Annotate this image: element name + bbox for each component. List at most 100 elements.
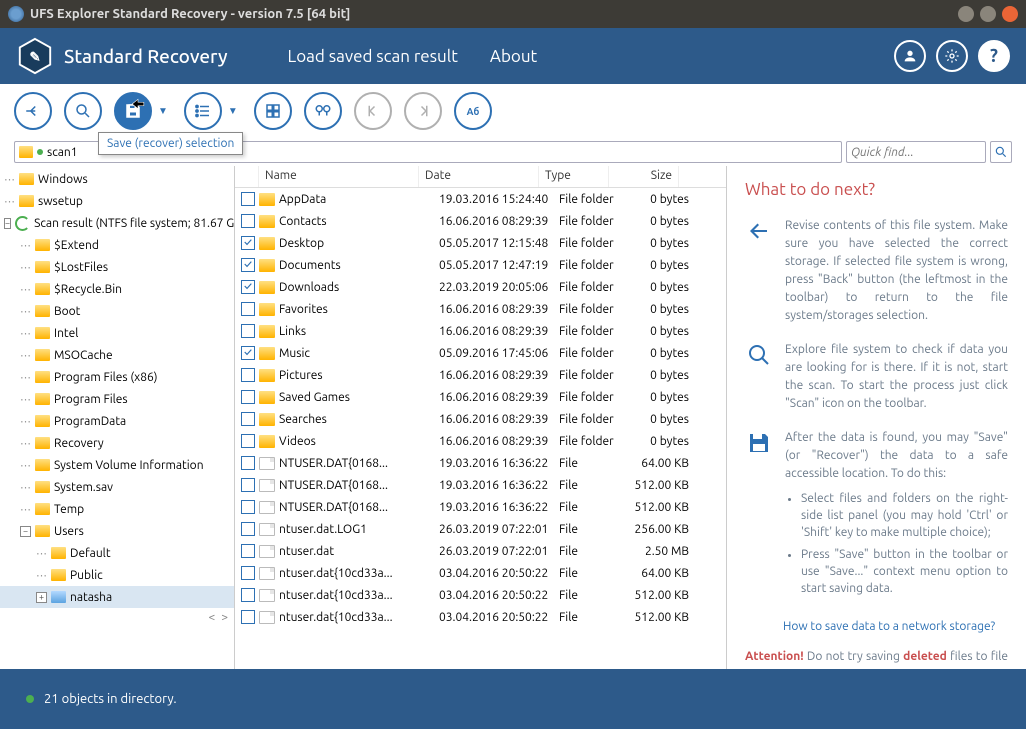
folder-tree[interactable]: ⋯Windows⋯swsetup−Scan result (NTFS file … <box>0 166 235 669</box>
tree-item[interactable]: ⋯$Recycle.Bin <box>0 278 234 300</box>
quick-find-button[interactable] <box>990 141 1012 163</box>
file-row[interactable]: ntuser.dat{10cd33a...03.04.2016 20:50:22… <box>235 584 726 606</box>
save-button[interactable]: Save (recover) selection <box>114 92 152 130</box>
tree-item-label: Recovery <box>54 437 104 450</box>
help-link-network[interactable]: How to save data to a network storage? <box>783 620 1008 633</box>
row-checkbox[interactable] <box>241 412 255 426</box>
file-row[interactable]: Desktop05.05.2017 12:15:48File folder0 b… <box>235 232 726 254</box>
gear-icon[interactable] <box>936 40 968 72</box>
tree-item[interactable]: +natasha <box>0 586 234 608</box>
tree-item[interactable]: ⋯swsetup <box>0 190 234 212</box>
grid-button[interactable] <box>254 92 292 130</box>
row-checkbox[interactable] <box>241 500 255 514</box>
file-row[interactable]: Pictures16.06.2016 08:29:39File folder0 … <box>235 364 726 386</box>
prev-button[interactable] <box>354 92 392 130</box>
file-row[interactable]: NTUSER.DAT{0168...19.03.2016 16:36:22Fil… <box>235 474 726 496</box>
tree-item[interactable]: ⋯System.sav <box>0 476 234 498</box>
tree-item[interactable]: ⋯Windows <box>0 168 234 190</box>
tree-item[interactable]: ⋯Boot <box>0 300 234 322</box>
scroll-right-icon[interactable]: > <box>221 611 228 624</box>
file-row[interactable]: AppData19.03.2016 15:24:40File folder0 b… <box>235 188 726 210</box>
collapse-icon[interactable]: − <box>4 218 11 229</box>
row-checkbox[interactable] <box>241 302 255 316</box>
list-mode-dropdown-arrow[interactable]: ▼ <box>224 101 242 121</box>
file-row[interactable]: Links16.06.2016 08:29:39File folder0 byt… <box>235 320 726 342</box>
file-row[interactable]: ntuser.dat26.03.2019 07:22:01File2.50 MB <box>235 540 726 562</box>
file-row[interactable]: ntuser.dat{10cd33a...03.04.2016 20:50:22… <box>235 606 726 628</box>
column-size[interactable]: Size <box>609 166 679 187</box>
tree-item[interactable]: ⋯Program Files (x86) <box>0 366 234 388</box>
tree-item[interactable]: ⋯Recovery <box>0 432 234 454</box>
row-checkbox[interactable] <box>241 192 255 206</box>
row-checkbox[interactable] <box>241 610 255 624</box>
row-checkbox[interactable] <box>241 368 255 382</box>
header-link-load[interactable]: Load saved scan result <box>288 47 458 66</box>
user-icon[interactable] <box>894 40 926 72</box>
row-checkbox[interactable] <box>241 566 255 580</box>
tree-item[interactable]: ⋯Intel <box>0 322 234 344</box>
row-checkbox[interactable] <box>241 236 255 250</box>
cell-type: File folder <box>559 303 629 316</box>
column-name[interactable]: Name <box>259 166 419 187</box>
row-checkbox[interactable] <box>241 280 255 294</box>
file-row[interactable]: Documents05.05.2017 12:47:19File folder0… <box>235 254 726 276</box>
tree-item[interactable]: ⋯Temp <box>0 498 234 520</box>
row-checkbox[interactable] <box>241 390 255 404</box>
file-row[interactable]: Music05.09.2016 17:45:06File folder0 byt… <box>235 342 726 364</box>
file-row[interactable]: Videos16.06.2016 08:29:39File folder0 by… <box>235 430 726 452</box>
row-checkbox[interactable] <box>241 588 255 602</box>
tree-item[interactable]: ⋯System Volume Information <box>0 454 234 476</box>
save-dropdown-arrow[interactable]: ▼ <box>154 101 172 121</box>
maximize-button[interactable] <box>980 6 996 22</box>
row-checkbox[interactable] <box>241 258 255 272</box>
cell-size: 0 bytes <box>629 369 699 382</box>
tree-item[interactable]: −Scan result (NTFS file system; 81.67 GB… <box>0 212 234 234</box>
row-checkbox[interactable] <box>241 478 255 492</box>
tree-item[interactable]: ⋯$Extend <box>0 234 234 256</box>
tree-item[interactable]: ⋯$LostFiles <box>0 256 234 278</box>
back-button[interactable] <box>14 92 52 130</box>
file-list-header[interactable]: Name Date Type Size <box>235 166 726 188</box>
tree-item[interactable]: ⋯MSOCache <box>0 344 234 366</box>
row-checkbox[interactable] <box>241 434 255 448</box>
folder-icon <box>35 437 50 449</box>
file-row[interactable]: Saved Games16.06.2016 08:29:39File folde… <box>235 386 726 408</box>
tree-item[interactable]: ⋯Default <box>0 542 234 564</box>
scan-button[interactable] <box>64 92 102 130</box>
help-icon[interactable]: ? <box>978 40 1010 72</box>
file-row[interactable]: Favorites16.06.2016 08:29:39File folder0… <box>235 298 726 320</box>
find-button[interactable] <box>304 92 342 130</box>
file-row[interactable]: NTUSER.DAT{0168...19.03.2016 16:36:22Fil… <box>235 452 726 474</box>
column-type[interactable]: Type <box>539 166 609 187</box>
tree-leaf-icon: ⋯ <box>20 283 31 296</box>
row-checkbox[interactable] <box>241 544 255 558</box>
file-row[interactable]: ntuser.dat{10cd33a...03.04.2016 20:50:22… <box>235 562 726 584</box>
row-checkbox[interactable] <box>241 214 255 228</box>
file-row[interactable]: Contacts16.06.2016 08:29:39File folder0 … <box>235 210 726 232</box>
quick-find-box[interactable] <box>846 141 986 163</box>
quick-find-input[interactable] <box>851 146 981 159</box>
minimize-button[interactable] <box>958 6 974 22</box>
header-link-about[interactable]: About <box>490 47 537 66</box>
tree-item-label: System Volume Information <box>54 459 204 472</box>
expand-icon[interactable]: + <box>36 592 47 603</box>
tree-item[interactable]: ⋯ProgramData <box>0 410 234 432</box>
file-row[interactable]: Searches16.06.2016 08:29:39File folder0 … <box>235 408 726 430</box>
file-row[interactable]: Downloads22.03.2019 20:05:06File folder0… <box>235 276 726 298</box>
tree-item[interactable]: ⋯Public <box>0 564 234 586</box>
tree-item[interactable]: −Users <box>0 520 234 542</box>
list-mode-button[interactable] <box>184 92 222 130</box>
close-button[interactable] <box>1002 6 1018 22</box>
next-button[interactable] <box>404 92 442 130</box>
scroll-left-icon[interactable]: < <box>208 611 215 624</box>
row-checkbox[interactable] <box>241 522 255 536</box>
row-checkbox[interactable] <box>241 456 255 470</box>
row-checkbox[interactable] <box>241 346 255 360</box>
column-date[interactable]: Date <box>419 166 539 187</box>
tree-item[interactable]: ⋯Program Files <box>0 388 234 410</box>
file-row[interactable]: NTUSER.DAT{0168...19.03.2016 16:36:22Fil… <box>235 496 726 518</box>
file-row[interactable]: ntuser.dat.LOG126.03.2019 07:22:01File25… <box>235 518 726 540</box>
encoding-button[interactable]: Аб <box>454 92 492 130</box>
collapse-icon[interactable]: − <box>20 526 31 537</box>
row-checkbox[interactable] <box>241 324 255 338</box>
